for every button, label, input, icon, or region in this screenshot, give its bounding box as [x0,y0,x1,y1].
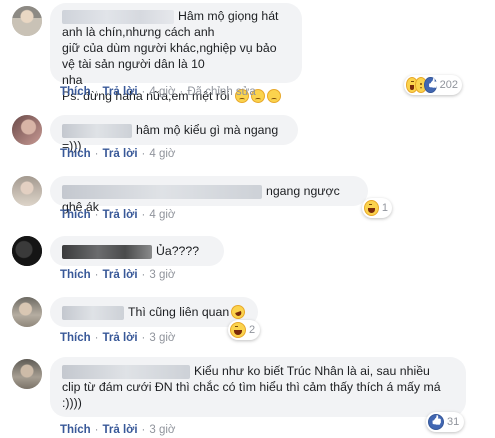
comment-actions: Thích · Trả lời · 3 giờ [60,424,176,436]
like-link[interactable]: Thích [60,332,91,344]
comment-actions: Thích · Trả lời · 4 giờ [60,209,176,221]
reply-link[interactable]: Trả lời [103,148,138,160]
haha-icon [230,322,246,338]
reply-link[interactable]: Trả lời [103,332,138,344]
comment-bubble: ngang ngược ghê ák [50,176,368,214]
comment-bubble: Hâm mộ giọng hát anh là chín,nhưng cách … [50,3,302,103]
reaction-count: 1 [381,202,388,214]
avatar[interactable] [12,297,42,327]
comment-bubble: Ủa???? [50,236,224,266]
haha-icon [364,200,379,216]
timestamp[interactable]: 4 giờ [149,209,175,221]
redacted-name [62,305,124,320]
reaction-summary[interactable]: 1 [362,198,392,218]
comment-text-line: clip từ đám cưới ĐN thì chắc có tìm hiểu… [62,380,441,394]
reaction-count: 202 [439,79,459,91]
redacted-name [62,9,174,24]
timestamp[interactable]: 3 giờ [149,269,175,281]
reply-link[interactable]: Trả lời [103,86,138,98]
reaction-summary[interactable]: 31 [426,412,464,432]
like-icon [424,77,437,93]
comment-actions: Thích · Trả lời · 4 giờ · Đã chỉnh sửa [60,86,256,98]
comment-bubble: Thì cũng liên quan [50,297,258,327]
reaction-summary[interactable]: 202 [404,75,462,95]
reaction-summary[interactable]: 2 [228,320,260,340]
timestamp[interactable]: 4 giờ [149,86,175,98]
redacted-name [62,364,190,379]
rofl-icon [229,303,248,321]
redacted-name [62,123,132,138]
timestamp[interactable]: 4 giờ [149,148,175,160]
reaction-count: 31 [447,416,460,428]
redacted-name [62,244,152,259]
like-link[interactable]: Thích [60,86,91,98]
timestamp[interactable]: 3 giờ [149,424,175,436]
comment-text: Thì cũng liên quan [128,305,230,319]
avatar[interactable] [12,176,42,206]
reply-link[interactable]: Trả lời [103,269,138,281]
like-link[interactable]: Thích [60,269,91,281]
comment-text: Ủa???? [156,244,200,258]
like-link[interactable]: Thích [60,209,91,221]
comment-actions: Thích · Trả lời · 3 giờ [60,269,176,281]
comment-actions: Thích · Trả lời · 4 giờ [60,148,176,160]
edited-label[interactable]: Đã chỉnh sửa [187,86,255,98]
comment-actions: Thích · Trả lời · 3 giờ [60,332,176,344]
comment-text-line: giữ của dùm người khác,nghiệp vụ bảo vệ … [62,41,277,71]
avatar[interactable] [12,359,42,389]
sad-icon [266,89,281,103]
avatar[interactable] [12,6,42,36]
like-icon [428,414,444,430]
reaction-count: 2 [249,324,256,336]
comment-text-line: Kiểu như ko biết Trúc Nhân là ai, sau nh… [194,364,430,378]
reply-link[interactable]: Trả lời [103,424,138,436]
timestamp[interactable]: 3 giờ [149,332,175,344]
redacted-name [62,184,262,199]
avatar[interactable] [12,115,42,145]
like-link[interactable]: Thích [60,148,91,160]
reply-link[interactable]: Trả lời [103,209,138,221]
comment-bubble: hâm mộ kiểu gì mà ngang =))) [50,115,298,153]
comment-text-line: :)))) [62,396,82,410]
avatar[interactable] [12,236,42,266]
like-link[interactable]: Thích [60,424,91,436]
comment-bubble: Kiểu như ko biết Trúc Nhân là ai, sau nh… [50,357,466,417]
